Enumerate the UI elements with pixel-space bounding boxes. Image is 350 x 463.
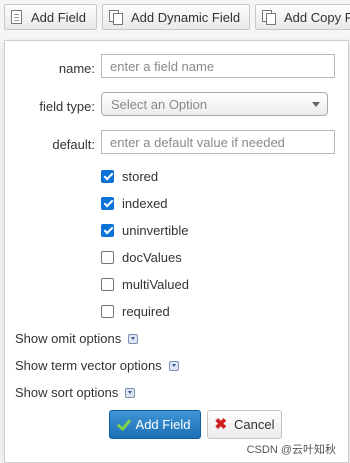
indexed-checkbox[interactable]: [101, 196, 114, 210]
add-copy-field-label: Add Copy F: [284, 9, 350, 25]
show-sort-options-label: Show sort options: [15, 385, 119, 400]
copy-documents-icon: [262, 9, 276, 25]
required-checkbox[interactable]: [101, 304, 114, 318]
docvalues-checkbox[interactable]: [101, 250, 114, 264]
uninvertible-checkbox-row[interactable]: uninvertible: [101, 220, 189, 240]
show-sort-options-toggle[interactable]: Show sort options: [15, 385, 136, 400]
docvalues-checkbox-row[interactable]: docValues: [101, 247, 182, 267]
show-term-vector-options-label: Show term vector options: [15, 358, 162, 373]
show-omit-options-label: Show omit options: [15, 331, 122, 346]
show-term-vector-options-toggle[interactable]: Show term vector options: [15, 358, 179, 373]
stored-checkbox[interactable]: [101, 169, 114, 183]
required-label: required: [122, 303, 170, 319]
add-dynamic-field-label: Add Dynamic Field: [131, 9, 241, 25]
uninvertible-label: uninvertible: [122, 222, 189, 238]
multivalued-checkbox[interactable]: [101, 277, 114, 291]
add-copy-field-button[interactable]: Add Copy F: [255, 4, 350, 30]
add-field-submit-button[interactable]: Add Field: [109, 410, 201, 439]
close-icon: ✖: [214, 416, 228, 433]
multivalued-checkbox-row[interactable]: multiValued: [101, 274, 189, 294]
field-type-select[interactable]: Select an Option: [101, 92, 328, 116]
multivalued-label: multiValued: [122, 276, 189, 292]
field-type-label: field type:: [39, 99, 95, 114]
check-icon: [116, 415, 131, 431]
watermark: CSDN @云叶知秋: [246, 444, 336, 456]
indexed-label: indexed: [122, 195, 168, 211]
stored-label: stored: [122, 168, 159, 184]
stored-checkbox-row[interactable]: stored: [101, 166, 158, 186]
add-dynamic-field-button[interactable]: Add Dynamic Field: [102, 4, 250, 30]
documents-icon: [109, 9, 123, 25]
cancel-label: Cancel: [234, 417, 275, 432]
add-field-dialog: name: field type: Select an Option defau…: [4, 40, 349, 463]
add-field-submit-label: Add Field: [135, 417, 191, 432]
docvalues-label: docValues: [122, 249, 182, 265]
expand-icon: [125, 387, 136, 398]
toolbar: Add Field Add Dynamic Field Add Copy F: [0, 0, 350, 36]
default-input[interactable]: [101, 130, 335, 154]
uninvertible-checkbox[interactable]: [101, 223, 114, 237]
add-field-toolbar-button[interactable]: Add Field: [4, 4, 97, 30]
expand-icon: [128, 333, 139, 344]
document-icon: [11, 10, 22, 24]
required-checkbox-row[interactable]: required: [101, 301, 170, 321]
indexed-checkbox-row[interactable]: indexed: [101, 193, 168, 213]
cancel-button[interactable]: ✖ Cancel: [207, 410, 282, 439]
name-input[interactable]: [101, 54, 335, 78]
expand-icon: [168, 360, 179, 371]
name-label: name:: [58, 61, 95, 76]
add-field-toolbar-label: Add Field: [31, 9, 86, 25]
default-label: default:: [52, 137, 95, 152]
show-omit-options-toggle[interactable]: Show omit options: [15, 331, 139, 346]
chevron-down-icon: [312, 102, 320, 107]
field-type-placeholder: Select an Option: [111, 96, 208, 112]
